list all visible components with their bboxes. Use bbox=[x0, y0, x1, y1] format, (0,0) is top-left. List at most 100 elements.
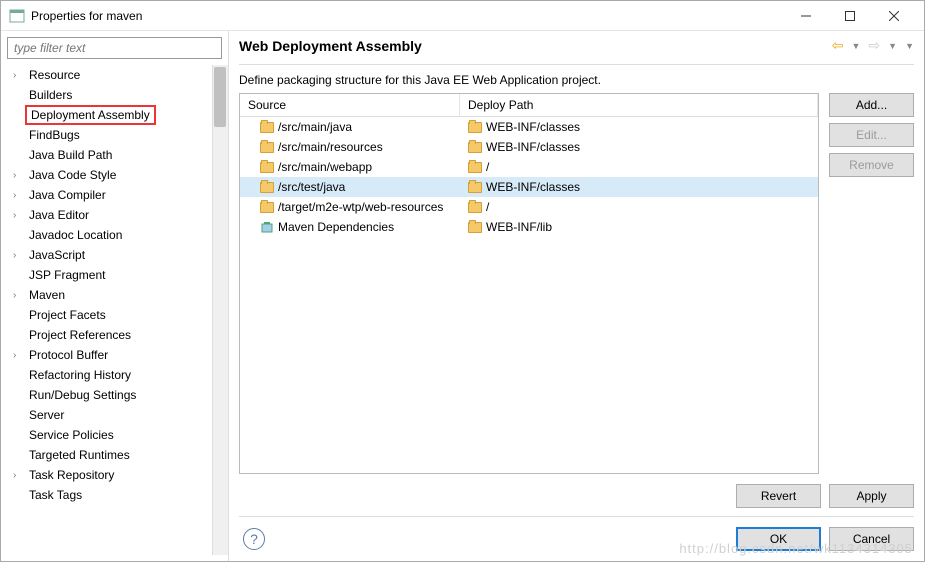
tree-item-label: JavaScript bbox=[25, 247, 89, 263]
tree-scrollbar[interactable] bbox=[212, 65, 228, 555]
tree-item-label: Server bbox=[25, 407, 68, 423]
tree-item-run-debug-settings[interactable]: Run/Debug Settings bbox=[7, 385, 212, 405]
close-button[interactable] bbox=[872, 2, 916, 30]
tree-item-maven[interactable]: ›Maven bbox=[7, 285, 212, 305]
tree-item-label: Project References bbox=[25, 327, 135, 343]
forward-icon[interactable]: ⇨ bbox=[868, 37, 880, 54]
minimize-button[interactable] bbox=[784, 2, 828, 30]
category-sidebar: ›ResourceBuildersDeployment AssemblyFind… bbox=[1, 31, 229, 561]
tree-item-java-compiler[interactable]: ›Java Compiler bbox=[7, 185, 212, 205]
expand-arrow-icon[interactable]: › bbox=[13, 350, 25, 361]
tree-item-label: Protocol Buffer bbox=[25, 347, 112, 363]
expand-arrow-icon[interactable]: › bbox=[13, 170, 25, 181]
expand-arrow-icon[interactable]: › bbox=[13, 190, 25, 201]
table-row[interactable]: /src/main/resources WEB-INF/classes bbox=[240, 137, 818, 157]
tree-item-deployment-assembly[interactable]: Deployment Assembly bbox=[7, 105, 212, 125]
forward-menu-icon[interactable]: ▼ bbox=[888, 41, 897, 51]
tree-item-findbugs[interactable]: FindBugs bbox=[7, 125, 212, 145]
deploy-cell: WEB-INF/classes bbox=[460, 180, 818, 194]
tree-item-label: Builders bbox=[25, 87, 76, 103]
col-deploy[interactable]: Deploy Path bbox=[460, 94, 818, 116]
menu-icon[interactable]: ▼ bbox=[905, 41, 914, 51]
deploy-path: / bbox=[486, 160, 489, 174]
back-menu-icon[interactable]: ▼ bbox=[852, 41, 861, 51]
tree-item-javascript[interactable]: ›JavaScript bbox=[7, 245, 212, 265]
tree-item-label: Resource bbox=[25, 67, 84, 83]
window-title: Properties for maven bbox=[31, 9, 784, 23]
tree-item-task-repository[interactable]: ›Task Repository bbox=[7, 465, 212, 485]
page-title: Web Deployment Assembly bbox=[239, 38, 832, 54]
maximize-button[interactable] bbox=[828, 2, 872, 30]
deploy-path: WEB-INF/classes bbox=[486, 140, 580, 154]
deploy-cell: WEB-INF/classes bbox=[460, 140, 818, 154]
tree-item-java-editor[interactable]: ›Java Editor bbox=[7, 205, 212, 225]
add-button[interactable]: Add... bbox=[829, 93, 914, 117]
edit-button[interactable]: Edit... bbox=[829, 123, 914, 147]
tree-item-targeted-runtimes[interactable]: Targeted Runtimes bbox=[7, 445, 212, 465]
tree-item-label: Maven bbox=[25, 287, 69, 303]
back-icon[interactable]: ⇦ bbox=[832, 37, 844, 54]
tree-item-javadoc-location[interactable]: Javadoc Location bbox=[7, 225, 212, 245]
ok-button[interactable]: OK bbox=[736, 527, 821, 551]
col-source[interactable]: Source bbox=[240, 94, 460, 116]
deploy-cell: / bbox=[460, 200, 818, 214]
tree-item-task-tags[interactable]: Task Tags bbox=[7, 485, 212, 505]
tree-item-java-build-path[interactable]: Java Build Path bbox=[7, 145, 212, 165]
tree-item-server[interactable]: Server bbox=[7, 405, 212, 425]
remove-button[interactable]: Remove bbox=[829, 153, 914, 177]
tree-item-service-policies[interactable]: Service Policies bbox=[7, 425, 212, 445]
folder-icon bbox=[468, 122, 482, 133]
source-cell: /target/m2e-wtp/web-resources bbox=[240, 200, 460, 214]
source-path: /src/test/java bbox=[278, 180, 345, 194]
tree-item-jsp-fragment[interactable]: JSP Fragment bbox=[7, 265, 212, 285]
tree-item-project-references[interactable]: Project References bbox=[7, 325, 212, 345]
expand-arrow-icon[interactable]: › bbox=[13, 250, 25, 261]
deploy-path: / bbox=[486, 200, 489, 214]
table-row[interactable]: /src/main/webapp / bbox=[240, 157, 818, 177]
filter-input[interactable] bbox=[7, 37, 222, 59]
tree-item-label: JSP Fragment bbox=[25, 267, 109, 283]
deploy-cell: / bbox=[460, 160, 818, 174]
revert-button[interactable]: Revert bbox=[736, 484, 821, 508]
tree-scrollbar-thumb[interactable] bbox=[214, 67, 226, 127]
cancel-button[interactable]: Cancel bbox=[829, 527, 914, 551]
expand-arrow-icon[interactable]: › bbox=[13, 70, 25, 81]
deploy-path: WEB-INF/classes bbox=[486, 180, 580, 194]
tree-item-protocol-buffer[interactable]: ›Protocol Buffer bbox=[7, 345, 212, 365]
nav-icons: ⇦ ▼ ⇨ ▼ ▼ bbox=[832, 37, 914, 54]
folder-icon bbox=[260, 162, 274, 173]
folder-icon bbox=[468, 182, 482, 193]
jar-icon bbox=[260, 220, 274, 234]
source-path: /src/main/webapp bbox=[278, 160, 372, 174]
source-path: /target/m2e-wtp/web-resources bbox=[278, 200, 443, 214]
tree-item-label: Task Tags bbox=[25, 487, 86, 503]
expand-arrow-icon[interactable]: › bbox=[13, 290, 25, 301]
table-row[interactable]: /src/test/java WEB-INF/classes bbox=[240, 177, 818, 197]
table-row[interactable]: /src/main/java WEB-INF/classes bbox=[240, 117, 818, 137]
folder-icon bbox=[260, 182, 274, 193]
main-panel: Web Deployment Assembly ⇦ ▼ ⇨ ▼ ▼ Define… bbox=[229, 31, 924, 561]
tree-item-label: Java Compiler bbox=[25, 187, 110, 203]
tree-item-builders[interactable]: Builders bbox=[7, 85, 212, 105]
tree-item-label: Project Facets bbox=[25, 307, 110, 323]
source-path: /src/main/java bbox=[278, 120, 352, 134]
deploy-cell: WEB-INF/lib bbox=[460, 220, 818, 234]
table-row[interactable]: /target/m2e-wtp/web-resources / bbox=[240, 197, 818, 217]
expand-arrow-icon[interactable]: › bbox=[13, 470, 25, 481]
tree-item-project-facets[interactable]: Project Facets bbox=[7, 305, 212, 325]
tree-item-resource[interactable]: ›Resource bbox=[7, 65, 212, 85]
deploy-path: WEB-INF/lib bbox=[486, 220, 552, 234]
tree-item-label: Service Policies bbox=[25, 427, 118, 443]
apply-button[interactable]: Apply bbox=[829, 484, 914, 508]
tree-item-label: Refactoring History bbox=[25, 367, 135, 383]
deploy-cell: WEB-INF/classes bbox=[460, 120, 818, 134]
expand-arrow-icon[interactable]: › bbox=[13, 210, 25, 221]
help-icon[interactable]: ? bbox=[243, 528, 265, 550]
source-cell: Maven Dependencies bbox=[240, 220, 460, 234]
tree-item-java-code-style[interactable]: ›Java Code Style bbox=[7, 165, 212, 185]
tree-item-label: Run/Debug Settings bbox=[25, 387, 140, 403]
tree-item-refactoring-history[interactable]: Refactoring History bbox=[7, 365, 212, 385]
table-row[interactable]: Maven Dependencies WEB-INF/lib bbox=[240, 217, 818, 237]
tree-item-label: Java Editor bbox=[25, 207, 93, 223]
source-path: /src/main/resources bbox=[278, 140, 383, 154]
